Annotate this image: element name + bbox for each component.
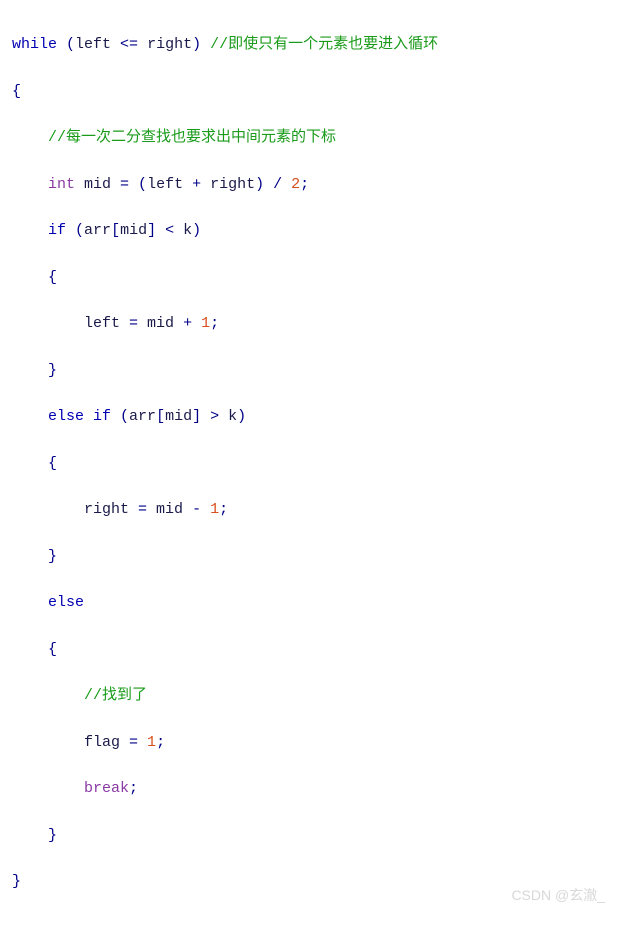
identifier-mid: mid	[75, 176, 120, 193]
identifier-left: left	[147, 176, 192, 193]
identifier-arr: arr	[129, 408, 156, 425]
number: 2	[291, 176, 300, 193]
code-line: right = mid - 1;	[12, 498, 611, 521]
operator-plus: +	[183, 315, 201, 332]
keyword-break: break	[84, 780, 129, 797]
code-block: while (left <= right) //即使只有一个元素也要进入循环 {…	[12, 10, 611, 917]
code-line: flag = 1;	[12, 731, 611, 754]
identifier-right: right	[147, 36, 192, 53]
comment-text: //每一次二分查找也要求出中间元素的下标	[48, 129, 336, 146]
keyword-while: while	[12, 36, 57, 53]
identifier-left: left	[84, 315, 129, 332]
number: 1	[210, 501, 219, 518]
operator-le: <=	[111, 36, 147, 53]
brace-open: {	[48, 455, 57, 472]
operator-eq: = (	[120, 176, 147, 193]
identifier-mid: mid	[147, 315, 183, 332]
paren-close: )	[192, 222, 201, 239]
bracket-open: [	[156, 408, 165, 425]
operator-plus: +	[192, 176, 210, 193]
operator-gt: >	[210, 408, 228, 425]
code-line: }	[12, 870, 611, 893]
identifier-mid: mid	[165, 408, 192, 425]
paren-div: ) /	[255, 176, 291, 193]
identifier-k: k	[183, 222, 192, 239]
brace-close: }	[48, 362, 57, 379]
brace-open: {	[12, 83, 21, 100]
code-line: //每一次二分查找也要求出中间元素的下标	[12, 126, 611, 149]
paren-close: )	[237, 408, 246, 425]
semicolon: ;	[210, 315, 219, 332]
brace-open: {	[48, 641, 57, 658]
identifier-flag: flag	[84, 734, 129, 751]
code-line: }	[12, 824, 611, 847]
paren-close: )	[192, 36, 210, 53]
code-line: {	[12, 80, 611, 103]
operator-eq: =	[138, 501, 156, 518]
semicolon: ;	[219, 501, 228, 518]
keyword-if: if	[48, 222, 66, 239]
code-line: {	[12, 452, 611, 475]
keyword-else-if: else if	[48, 408, 111, 425]
paren-open: (	[111, 408, 129, 425]
bracket-close: ]	[192, 408, 210, 425]
identifier-left: left	[75, 36, 111, 53]
code-line: left = mid + 1;	[12, 312, 611, 335]
number: 1	[147, 734, 156, 751]
paren-open: (	[66, 222, 84, 239]
identifier-right: right	[84, 501, 138, 518]
code-line: if (arr[mid] < k)	[12, 219, 611, 242]
paren-open: (	[57, 36, 75, 53]
code-line: }	[12, 359, 611, 382]
code-line: while (left <= right) //即使只有一个元素也要进入循环	[12, 33, 611, 56]
identifier-mid: mid	[156, 501, 192, 518]
code-line: {	[12, 638, 611, 661]
operator-minus: -	[192, 501, 210, 518]
comment-text: //即使只有一个元素也要进入循环	[210, 36, 438, 53]
identifier-right: right	[210, 176, 255, 193]
bracket-open: [	[111, 222, 120, 239]
identifier-arr: arr	[84, 222, 111, 239]
identifier-mid: mid	[120, 222, 147, 239]
code-line: {	[12, 266, 611, 289]
code-line: else if (arr[mid] > k)	[12, 405, 611, 428]
operator-lt: <	[165, 222, 183, 239]
code-line: int mid = (left + right) / 2;	[12, 173, 611, 196]
keyword-else: else	[48, 594, 84, 611]
number: 1	[201, 315, 210, 332]
identifier-k: k	[228, 408, 237, 425]
code-line: }	[12, 545, 611, 568]
semicolon: ;	[300, 176, 309, 193]
bracket-close: ]	[147, 222, 165, 239]
code-line: //找到了	[12, 684, 611, 707]
comment-text: //找到了	[84, 687, 147, 704]
type-int: int	[48, 176, 75, 193]
operator-eq: =	[129, 315, 147, 332]
code-line: else	[12, 591, 611, 614]
brace-open: {	[48, 269, 57, 286]
brace-close: }	[12, 873, 21, 890]
brace-close: }	[48, 548, 57, 565]
brace-close: }	[48, 827, 57, 844]
operator-eq: =	[129, 734, 147, 751]
semicolon: ;	[129, 780, 138, 797]
code-line: break;	[12, 777, 611, 800]
semicolon: ;	[156, 734, 165, 751]
